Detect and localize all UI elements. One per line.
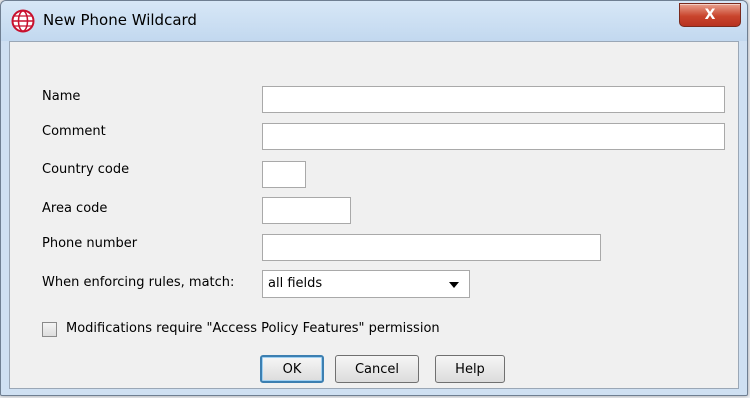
- name-field[interactable]: [262, 86, 725, 113]
- window-title: New Phone Wildcard: [43, 11, 197, 29]
- cancel-button[interactable]: Cancel: [335, 355, 419, 383]
- dialog-window: New Phone Wildcard X Name Comment Countr…: [0, 0, 748, 396]
- ok-button[interactable]: OK: [260, 355, 324, 383]
- permission-checkbox[interactable]: [42, 322, 57, 337]
- comment-field[interactable]: [262, 123, 725, 150]
- close-icon: X: [704, 7, 716, 23]
- globe-icon: [11, 9, 35, 33]
- area-code-label: Area code: [42, 201, 108, 216]
- chevron-down-icon: [449, 282, 459, 288]
- phone-number-label: Phone number: [42, 236, 138, 251]
- close-button[interactable]: X: [679, 3, 741, 27]
- help-button[interactable]: Help: [435, 355, 505, 383]
- comment-label: Comment: [42, 124, 106, 139]
- phone-number-field[interactable]: [262, 234, 601, 261]
- country-code-field[interactable]: [262, 161, 306, 188]
- name-label: Name: [42, 89, 81, 104]
- match-select-value: all fields: [268, 276, 323, 291]
- match-label: When enforcing rules, match:: [42, 275, 235, 290]
- country-code-label: Country code: [42, 162, 130, 177]
- dialog-body: Name Comment Country code Area code Phon…: [9, 41, 739, 389]
- permission-label: Modifications require "Access Policy Fea…: [66, 321, 440, 336]
- area-code-field[interactable]: [262, 197, 351, 224]
- title-bar[interactable]: New Phone Wildcard X: [1, 1, 747, 41]
- match-select[interactable]: all fields: [262, 270, 470, 298]
